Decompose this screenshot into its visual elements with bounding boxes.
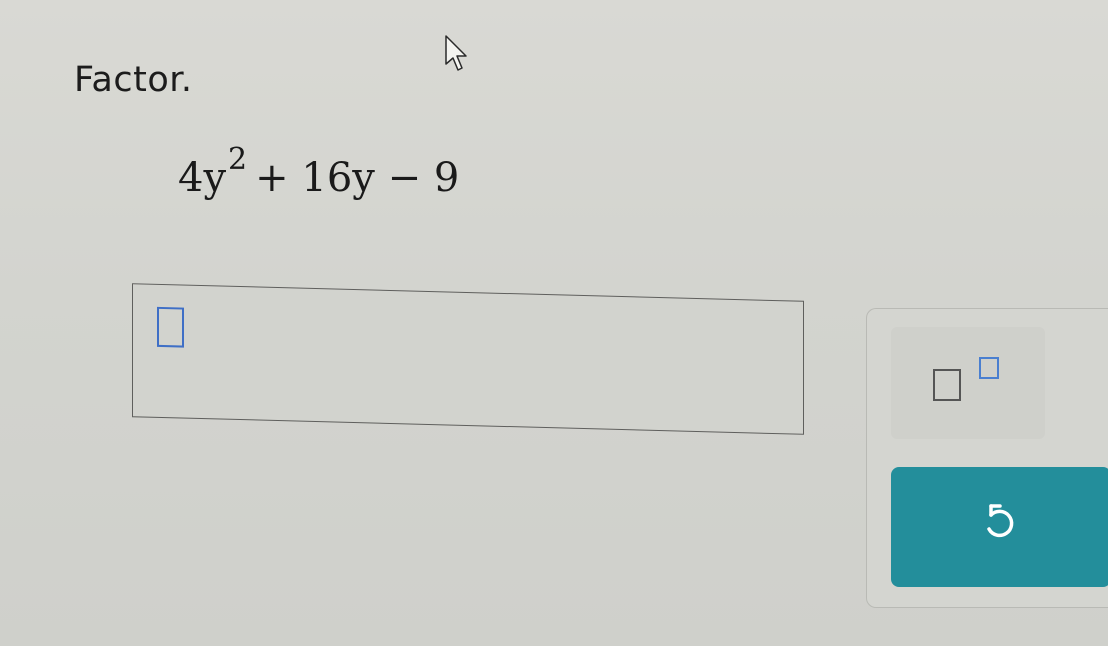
expression-term1: 4y [178,155,227,201]
question-prompt: Factor. [74,60,193,100]
undo-icon [987,504,1014,538]
answer-input[interactable] [132,283,804,435]
expression-rest: + 16y − 9 [255,155,460,201]
mouse-pointer-icon [445,35,467,71]
undo-button[interactable] [891,467,1108,587]
superscript-button[interactable] [891,327,1045,439]
superscript-base-icon [933,369,961,401]
math-keypad-panel [866,308,1108,608]
expression-exponent: 2 [228,142,248,177]
input-cursor-slot[interactable] [157,306,184,348]
superscript-exponent-icon [979,357,999,379]
math-expression: 4y2 + 16y − 9 [178,142,460,201]
